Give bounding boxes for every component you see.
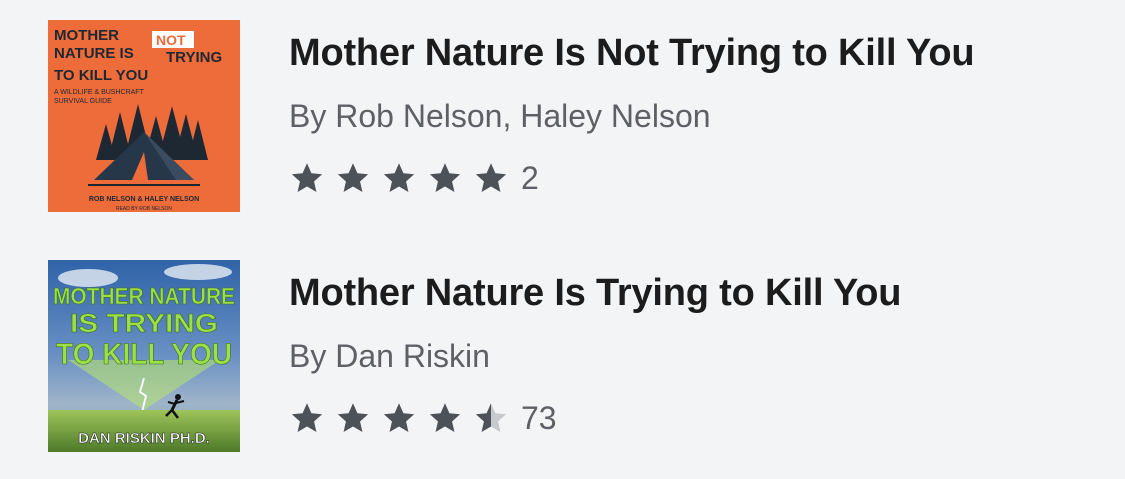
rating-count: 2 [521, 159, 539, 196]
cover-text: MOTHER NATURE [53, 283, 235, 309]
star-icon [427, 160, 463, 196]
cover-text: MOTHER [54, 27, 119, 44]
star-icon [473, 160, 509, 196]
star-rating [289, 160, 519, 196]
search-results-list: MOTHER NATURE IS NOT TRYING TO KILL YOU … [0, 0, 1125, 479]
book-authors: By Rob Nelson, Haley Nelson [289, 98, 711, 134]
cover-text: TO KILL YOU [56, 338, 232, 371]
book-title[interactable]: Mother Nature Is Trying to Kill You [289, 272, 902, 315]
book-cover[interactable]: MOTHER NATURE IS NOT TRYING TO KILL YOU … [48, 20, 240, 212]
star-icon [289, 400, 325, 436]
book-authors: By Dan Riskin [289, 338, 490, 374]
rating: 73 [289, 398, 557, 438]
book-cover[interactable]: MOTHER NATURE IS TRYING TO KILL YOU DAN … [48, 260, 240, 452]
cover-text: IS TRYING [70, 308, 218, 338]
star-icon [335, 160, 371, 196]
result-item[interactable]: MOTHER NATURE IS NOT TRYING TO KILL YOU … [0, 18, 1125, 218]
cover-text: ROB NELSON & HALEY NELSON [89, 196, 199, 203]
star-rating [289, 400, 519, 436]
star-icon [289, 160, 325, 196]
star-icon [473, 400, 509, 436]
cover-text: SURVIVAL GUIDE [54, 98, 112, 105]
rating: 2 [289, 158, 539, 198]
cover-text: READ BY ROB NELSON [116, 206, 172, 212]
star-icon [427, 400, 463, 436]
rating-count: 73 [521, 399, 557, 436]
cover-text: DAN RISKIN PH.D. [78, 430, 210, 447]
cover-text: A WILDLIFE & BUSHCRAFT [54, 89, 145, 96]
cover-text: TRYING [166, 49, 222, 66]
star-icon [335, 400, 371, 436]
cover-text: NOT [156, 32, 186, 48]
star-icon [381, 400, 417, 436]
result-item[interactable]: MOTHER NATURE IS TRYING TO KILL YOU DAN … [0, 258, 1125, 458]
star-icon [381, 160, 417, 196]
book-title[interactable]: Mother Nature Is Not Trying to Kill You [289, 32, 975, 75]
cover-text: NATURE IS [54, 45, 134, 62]
cover-text: TO KILL YOU [54, 67, 148, 84]
